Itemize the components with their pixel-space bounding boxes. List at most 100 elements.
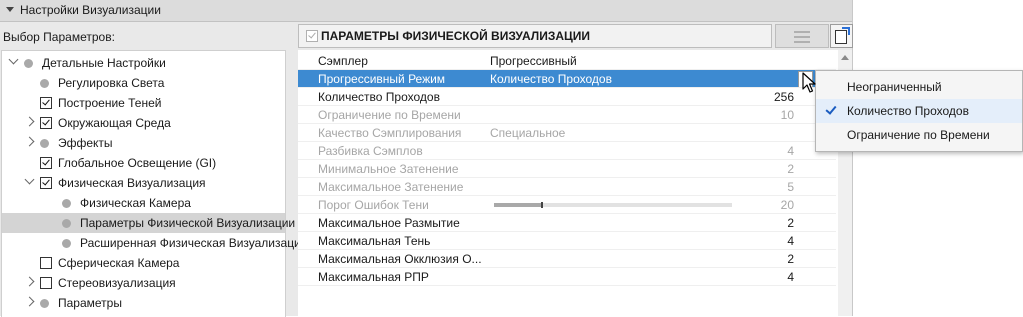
property-row: Максимальное Затенение 5 [298, 178, 836, 196]
list-icon-line [794, 41, 810, 43]
property-row: Ограничение по Времени 10 [298, 106, 836, 124]
tree-item-label: Физическая Камера [80, 196, 191, 210]
dropdown-option[interactable]: Ограничение по Времени [816, 123, 1022, 147]
property-slider [494, 202, 732, 208]
chevron-down-icon[interactable] [8, 54, 19, 65]
checkmark-icon [825, 103, 837, 115]
property-row[interactable]: Количество Проходов 256 [298, 88, 836, 106]
property-name: Максимальное Затенение [318, 180, 464, 194]
property-row[interactable]: Максимальная РПР 4 [298, 268, 836, 286]
panel-titlebar[interactable]: Настройки Визуализации [0, 0, 852, 22]
scroll-up-icon[interactable] [841, 55, 849, 60]
tree-item-label: Глобальное Освещение (GI) [58, 156, 217, 170]
tree-item[interactable]: Расширенная Физическая Визуализация [2, 233, 307, 253]
tree-item[interactable]: Стереовизуализация [2, 273, 285, 293]
tree-item[interactable]: Построение Теней [2, 93, 285, 113]
property-name: Ограничение по Времени [318, 108, 461, 122]
property-number: 2 [787, 252, 794, 266]
status-dot-icon [62, 239, 71, 248]
tree-item-label: Физическая Визуализация [58, 176, 206, 190]
tree-item[interactable]: Параметры [2, 293, 285, 313]
arrow-cursor-icon [802, 72, 816, 93]
tree-item[interactable]: Глобальное Освещение (GI) [2, 153, 285, 173]
tree-item-checkbox[interactable] [40, 117, 52, 129]
tree-item-checkbox[interactable] [40, 157, 52, 169]
section-header: ПАРАМЕТРЫ ФИЗИЧЕСКОЙ ВИЗУАЛИЗАЦИИ [298, 24, 772, 48]
tree-item[interactable]: Параметры Физической Визуализации [2, 213, 295, 233]
property-row[interactable]: Прогрессивный Режим Количество Проходов [298, 70, 836, 88]
property-name: Сэмплер [318, 54, 368, 68]
tree-item[interactable]: Детальные Настройки [2, 53, 285, 73]
tree-item[interactable]: Сферическая Камера [2, 253, 285, 273]
export-button[interactable] [830, 24, 853, 48]
property-row: Порог Ошибок Тени 20 [298, 196, 836, 214]
tree-item-checkbox[interactable] [40, 277, 52, 289]
property-number: 10 [780, 108, 794, 122]
property-row[interactable]: Максимальная Окклюзия О... 2 [298, 250, 836, 268]
properties-grid: Сэмплер Прогрессивный Прогрессивный Режим К… [298, 50, 852, 316]
list-icon [794, 31, 810, 33]
tree-item-label: Построение Теней [58, 96, 162, 110]
chevron-right-icon[interactable] [24, 296, 35, 307]
tree-item[interactable]: Эффекты [2, 133, 285, 153]
property-name: Максимальная Тень [318, 234, 431, 248]
tree-item-label: Расширенная Физическая Визуализация [80, 236, 308, 250]
property-name: Количество Проходов [318, 90, 440, 104]
property-number: 4 [787, 144, 794, 158]
tree-item-checkbox[interactable] [40, 177, 52, 189]
property-name: Минимальное Затенение [318, 162, 459, 176]
property-number: 4 [787, 234, 794, 248]
property-number: 2 [787, 162, 794, 176]
property-value: Количество Проходов [490, 72, 612, 86]
list-icon-line [794, 36, 810, 38]
chevron-right-icon[interactable] [24, 276, 35, 287]
tree-item[interactable]: Регулировка Света [2, 73, 285, 93]
tree-item-label: Регулировка Света [58, 76, 165, 90]
property-row: Минимальное Затенение 2 [298, 160, 836, 178]
property-value: Прогрессивный [490, 54, 577, 68]
property-name: Разбивка Сэмплов [318, 144, 423, 158]
dropdown-option[interactable]: Неограниченный [816, 75, 1022, 99]
panel-title: Настройки Визуализации [20, 3, 161, 17]
slider-thumb [540, 202, 543, 208]
property-row[interactable]: Сэмплер Прогрессивный [298, 52, 836, 70]
tree-item-checkbox[interactable] [40, 97, 52, 109]
property-value: Специальное [490, 126, 566, 140]
status-dot-icon [62, 219, 71, 228]
tree-item-label: Параметры Физической Визуализации [80, 216, 296, 230]
status-dot-icon [62, 199, 71, 208]
render-settings-panel: Настройки Визуализации Выбор Параметров:… [0, 0, 853, 317]
property-name: Максимальная Окклюзия О... [318, 252, 482, 266]
export-arrow-icon [842, 27, 850, 35]
slider-fill [494, 203, 542, 207]
tree-item-checkbox[interactable] [40, 257, 52, 269]
property-row[interactable]: Максимальное Размытие 2 [298, 214, 836, 232]
status-dot-icon [40, 139, 49, 148]
property-name: Максимальное Размытие [318, 216, 460, 230]
property-name: Прогрессивный Режим [318, 72, 446, 86]
property-name: Качество Сэмплирования [318, 126, 462, 140]
tree-item[interactable]: Окружающая Среда [2, 113, 285, 133]
list-view-button[interactable] [775, 24, 829, 48]
tree-item-label: Стереовизуализация [58, 276, 176, 290]
tree-item[interactable]: Физическая Визуализация [2, 173, 285, 193]
dropdown-option[interactable]: Количество Проходов [816, 99, 1022, 123]
tree-item-label: Параметры [58, 296, 122, 310]
chevron-down-icon[interactable] [24, 174, 35, 185]
property-name: Максимальная РПР [318, 270, 429, 284]
row-divider [298, 285, 836, 286]
property-number: 2 [787, 216, 794, 230]
section-title: ПАРАМЕТРЫ ФИЗИЧЕСКОЙ ВИЗУАЛИЗАЦИИ [321, 29, 591, 43]
status-dot-icon [40, 299, 49, 308]
property-number: 20 [780, 198, 794, 212]
tree-item[interactable]: Физическая Камера [2, 193, 285, 213]
section-enable-checkbox[interactable] [306, 30, 318, 42]
tree-item-label: Сферическая Камера [58, 256, 180, 270]
dropdown-option-label: Количество Проходов [847, 104, 969, 118]
property-row[interactable]: Максимальная Тень 4 [298, 232, 836, 250]
status-dot-icon [40, 79, 49, 88]
collapse-triangle-icon[interactable] [6, 7, 14, 12]
chevron-right-icon[interactable] [24, 116, 35, 127]
chevron-right-icon[interactable] [24, 136, 35, 147]
tree-item-label: Окружающая Среда [58, 116, 171, 130]
